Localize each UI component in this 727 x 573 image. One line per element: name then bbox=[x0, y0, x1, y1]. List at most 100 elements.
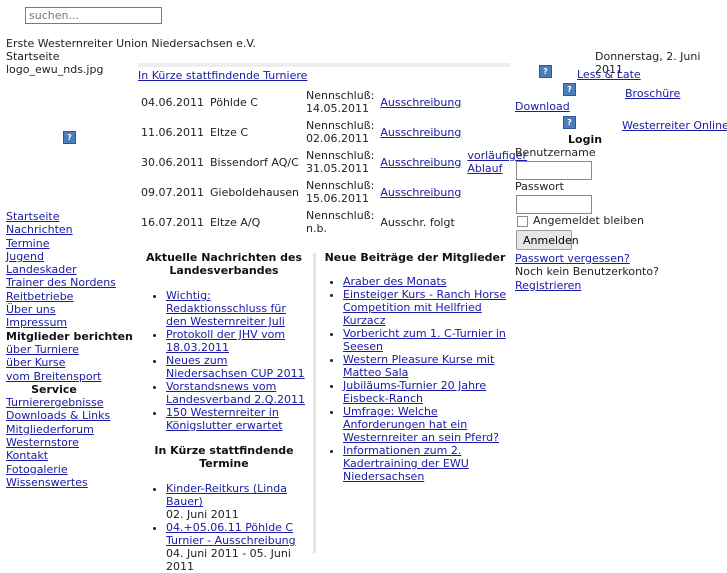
deadline-cell: Nennschluß: n.b. bbox=[303, 207, 377, 237]
westernreiter-online-link[interactable]: Westerreiter Online bbox=[622, 119, 727, 132]
list-item: Vorstandsnews vom Landesverband 2.Q.2011 bbox=[166, 380, 310, 406]
news-link[interactable]: Protokoll der JHV vom 18.03.2011 bbox=[166, 328, 285, 354]
list-item: Jubiläums-Turnier 20 Jahre Eisbeck-Ranch bbox=[343, 379, 515, 405]
table-row: 16.07.2011 Eltze A/Q Nennschluß: n.b. Aus… bbox=[138, 207, 530, 237]
nav-startseite[interactable]: Startseite bbox=[6, 210, 60, 223]
post-link[interactable]: Umfrage: Welche Anforderungen hat ein We… bbox=[343, 405, 499, 444]
deadline-label: Nennschluß: bbox=[305, 119, 375, 132]
event-link[interactable]: Kinder-Reitkurs (Linda Bauer) bbox=[166, 482, 287, 508]
nav-turnierergebnisse[interactable]: Turnierergebnisse bbox=[6, 396, 104, 409]
nav-kontakt[interactable]: Kontakt bbox=[6, 449, 48, 462]
list-item: Informationen zum 2. Kadertraining der E… bbox=[343, 444, 515, 483]
event-date: 04. Juni 2011 - 05. Juni 2011 bbox=[166, 547, 291, 573]
post-link[interactable]: Einsteiger Kurs - Ranch Horse Competitio… bbox=[343, 288, 506, 327]
deadline-date: 14.05.2011 bbox=[305, 102, 369, 115]
table-row: 30.06.2011 Bissendorf AQ/C Nennschluß: 31… bbox=[138, 147, 530, 177]
login-heading: Login bbox=[568, 133, 603, 146]
brochure-link[interactable]: Broschüre bbox=[625, 87, 680, 100]
deadline-date: 31.05.2011 bbox=[305, 162, 369, 175]
tournaments-table: 04.06.2011 Pöhlde C Nennschluß: 14.05.201… bbox=[138, 87, 530, 237]
deadline-label: Nennschluß: bbox=[305, 149, 375, 162]
less-late-link[interactable]: Less & Late bbox=[577, 68, 641, 81]
deadline-label: Nennschluß: bbox=[305, 209, 375, 222]
download-link[interactable]: Download bbox=[515, 100, 570, 113]
deadline-cell: Nennschluß: 14.05.2011 bbox=[303, 87, 377, 117]
tournament-place: Eltze A/Q bbox=[209, 215, 261, 229]
nav-fotogalerie[interactable]: Fotogalerie bbox=[6, 463, 68, 476]
search-input[interactable] bbox=[25, 7, 162, 24]
tournament-place: Bissendorf AQ/C bbox=[209, 155, 299, 169]
nav-breitensport[interactable]: vom Breitensport bbox=[6, 370, 101, 383]
nav-westernstore[interactable]: Westernstore bbox=[6, 436, 79, 449]
tournament-date: 04.06.2011 bbox=[141, 95, 204, 109]
post-link[interactable]: Informationen zum 2. Kadertraining der E… bbox=[343, 444, 469, 483]
list-item: Araber des Monats bbox=[343, 275, 515, 288]
breadcrumb: Startseite bbox=[6, 50, 60, 63]
post-link[interactable]: Araber des Monats bbox=[343, 275, 447, 288]
announcement-pending: Ausschr. folgt bbox=[380, 215, 455, 229]
list-item: Neues zum Niedersachsen CUP 2011 bbox=[166, 354, 310, 380]
nav-downloads[interactable]: Downloads & Links bbox=[6, 409, 110, 422]
username-field[interactable] bbox=[516, 161, 592, 180]
list-item: Vorbericht zum 1. C-Turnier in Seesen bbox=[343, 327, 515, 353]
nav-termine[interactable]: Termine bbox=[6, 237, 49, 250]
nav-impressum[interactable]: Impressum bbox=[6, 316, 67, 329]
deadline-label: Nennschluß: bbox=[305, 179, 375, 192]
table-row: 11.06.2011 Eltze C Nennschluß: 02.06.2011… bbox=[138, 117, 530, 147]
broken-image-icon: ? bbox=[539, 65, 552, 78]
nav-nachrichten[interactable]: Nachrichten bbox=[6, 223, 73, 236]
list-item: Western Pleasure Kurse mit Matteo Sala bbox=[343, 353, 515, 379]
announcement-link[interactable]: Ausschreibung bbox=[380, 96, 461, 109]
password-field[interactable] bbox=[516, 195, 592, 214]
news-link[interactable]: Wichtig: Redaktionsschluss für den Weste… bbox=[166, 289, 286, 328]
nav-turniere[interactable]: über Turniere bbox=[6, 343, 79, 356]
post-link[interactable]: Jubiläums-Turnier 20 Jahre Eisbeck-Ranch bbox=[343, 379, 486, 405]
news-link[interactable]: Vorstandsnews vom Landesverband 2.Q.2011 bbox=[166, 380, 305, 406]
list-item: Umfrage: Welche Anforderungen hat ein We… bbox=[343, 405, 515, 444]
post-link[interactable]: Vorbericht zum 1. C-Turnier in Seesen bbox=[343, 327, 506, 353]
nav-landeskader[interactable]: Landeskader bbox=[6, 263, 77, 276]
table-row: 04.06.2011 Pöhlde C Nennschluß: 14.05.201… bbox=[138, 87, 530, 117]
register-link[interactable]: Registrieren bbox=[515, 279, 581, 292]
login-button[interactable]: Anmelden bbox=[516, 230, 579, 250]
deadline-date: 15.06.2011 bbox=[305, 192, 369, 205]
members-list: Araber des Monats Einsteiger Kurs - Ranc… bbox=[315, 275, 515, 483]
event-date: 02. Juni 2011 bbox=[166, 508, 239, 521]
news-heading: Aktuelle Nachrichten des Landesverbandes bbox=[146, 251, 302, 277]
event-link[interactable]: 04.+05.06.11 Pöhlde C Turnier - Ausschre… bbox=[166, 521, 296, 547]
nav-trainer[interactable]: Trainer des Nordens bbox=[6, 276, 116, 289]
tournaments-title-link[interactable]: In Kürze stattfindende Turniere bbox=[138, 69, 307, 82]
members-column: Neue Beiträge der Mitglieder Araber des … bbox=[315, 251, 515, 483]
remember-checkbox[interactable] bbox=[517, 216, 528, 227]
no-account-text: Noch kein Benutzerkonto? bbox=[515, 265, 659, 278]
remember-label: Angemeldet bleiben bbox=[533, 214, 644, 227]
table-row: 09.07.2011 Gieboldehausen Nennschluß: 15.… bbox=[138, 177, 530, 207]
list-item: Wichtig: Redaktionsschluss für den Weste… bbox=[166, 289, 310, 328]
tournament-date: 11.06.2011 bbox=[141, 125, 204, 139]
announcement-link[interactable]: Ausschreibung bbox=[380, 126, 461, 139]
tournament-place: Gieboldehausen bbox=[209, 185, 300, 199]
deadline-date: n.b. bbox=[305, 222, 327, 235]
org-name: Erste Westernreiter Union Niedersachsen … bbox=[6, 37, 257, 50]
tournament-date: 30.06.2011 bbox=[141, 155, 204, 169]
password-label: Passwort bbox=[515, 180, 564, 193]
nav-reitbetriebe[interactable]: Reitbetriebe bbox=[6, 290, 73, 303]
news-link[interactable]: Neues zum Niedersachsen CUP 2011 bbox=[166, 354, 305, 380]
tournament-place: Pöhlde C bbox=[209, 95, 258, 109]
nav-heading-service: Service bbox=[31, 382, 77, 396]
news-link[interactable]: 150 Westernreiter in Königslutter erwart… bbox=[166, 406, 283, 432]
nav-wissenswertes[interactable]: Wissenswertes bbox=[6, 476, 88, 489]
announcement-link[interactable]: Ausschreibung bbox=[380, 156, 461, 169]
nav-forum[interactable]: Mitgliederforum bbox=[6, 423, 94, 436]
post-link[interactable]: Western Pleasure Kurse mit Matteo Sala bbox=[343, 353, 494, 379]
left-navigation: Startseite Nachrichten Termine Jugend La… bbox=[6, 210, 136, 489]
forgot-password-link[interactable]: Passwort vergessen? bbox=[515, 252, 630, 265]
news-list: Wichtig: Redaktionsschluss für den Weste… bbox=[138, 289, 310, 432]
nav-jugend[interactable]: Jugend bbox=[6, 250, 44, 263]
announcement-link[interactable]: Ausschreibung bbox=[380, 186, 461, 199]
nav-kurse[interactable]: über Kurse bbox=[6, 356, 65, 369]
members-heading: Neue Beiträge der Mitglieder bbox=[324, 251, 506, 264]
nav-ueber-uns[interactable]: Über uns bbox=[6, 303, 56, 316]
list-item: Protokoll der JHV vom 18.03.2011 bbox=[166, 328, 310, 354]
nav-heading-members: Mitglieder berichten bbox=[6, 329, 133, 343]
